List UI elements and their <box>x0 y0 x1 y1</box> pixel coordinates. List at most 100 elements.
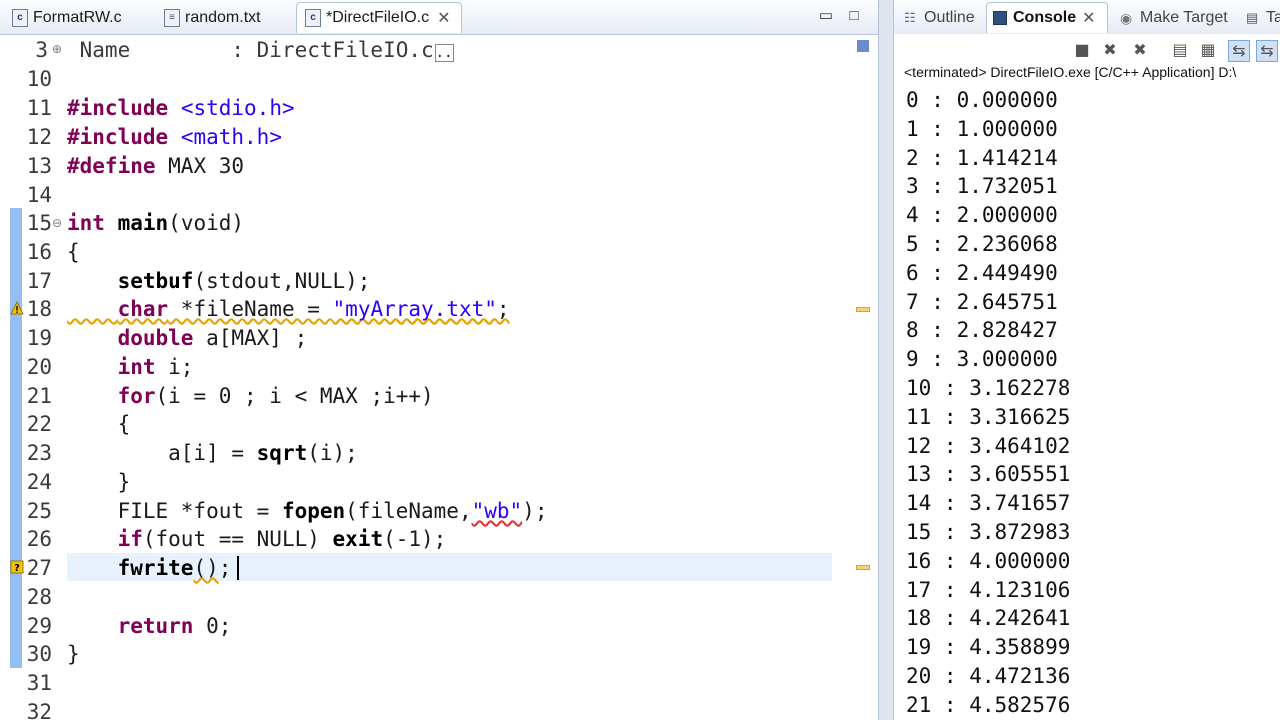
console-output-line: 13 : 3.605551 <box>906 462 1071 487</box>
console-output-line: 3 : 1.732051 <box>906 174 1058 199</box>
code-line[interactable]: int main(void) <box>67 209 244 238</box>
quick-fix-warning-icon[interactable]: ? <box>10 560 24 574</box>
warning-marker[interactable] <box>856 565 870 570</box>
code-line[interactable]: a[i] = sqrt(i); <box>67 439 358 468</box>
console-output-line: 5 : 2.236068 <box>906 231 1058 256</box>
overview-ruler[interactable] <box>856 34 872 720</box>
tab-random-txt[interactable]: ≡ random.txt <box>156 2 269 33</box>
line-number: 24 <box>26 470 52 494</box>
console-output-line: 21 : 4.582576 <box>906 692 1071 717</box>
outline-icon: ☷ <box>904 9 916 25</box>
line-number: 19 <box>26 326 52 350</box>
line-number: 12 <box>26 125 52 149</box>
line-number: 28 <box>26 585 52 609</box>
code-line[interactable]: { <box>67 238 80 267</box>
console-status: <terminated> DirectFileIO.exe [C/C++ App… <box>904 64 1237 80</box>
minimize-icon[interactable]: ▭ <box>818 8 834 24</box>
code-line[interactable]: { <box>67 410 131 439</box>
console-output-line: 6 : 2.449490 <box>906 260 1058 285</box>
tab-directfileio[interactable]: c *DirectFileIO.c ✕ <box>296 2 462 33</box>
maximize-icon[interactable]: □ <box>846 8 862 24</box>
console-output-line: 17 : 4.123106 <box>906 577 1071 602</box>
line-number: 31 <box>26 671 52 695</box>
change-bar <box>10 208 22 668</box>
console-output[interactable]: 0 : 0.000000 1 : 1.000000 2 : 1.414214 3 : … <box>906 86 1070 720</box>
code-line[interactable]: Name : DirectFileIO.c.. <box>67 36 454 68</box>
code-line[interactable]: for(i = 0 ; i < MAX ;i++) <box>67 382 434 411</box>
code-line[interactable]: #define MAX 30 <box>67 152 244 181</box>
console-output-line: 12 : 3.464102 <box>906 433 1071 458</box>
line-number: 16 <box>26 240 52 264</box>
tab-tasks[interactable]: ▤ Ta <box>1240 2 1280 33</box>
tab-outline[interactable]: ☷ Outline <box>898 2 981 33</box>
svg-text:?: ? <box>14 563 20 574</box>
overview-status-icon <box>857 40 869 52</box>
console-output-line: 20 : 4.472136 <box>906 663 1071 688</box>
line-number: 26 <box>26 527 52 551</box>
tab-console[interactable]: Console ✕ <box>986 2 1108 33</box>
warning-icon[interactable] <box>10 301 24 315</box>
line-number: 10 <box>26 67 52 91</box>
code-line[interactable]: #include <math.h> <box>67 123 282 152</box>
code-line[interactable]: setbuf(stdout,NULL); <box>67 267 371 296</box>
console-output-line: 19 : 4.358899 <box>906 635 1071 660</box>
close-tab-icon[interactable]: ✕ <box>1082 8 1095 28</box>
code-line[interactable]: char *fileName = "myArray.txt"; <box>67 295 510 324</box>
line-number: 11 <box>26 96 52 120</box>
code-line[interactable]: FILE *fout = fopen(fileName,"wb"); <box>67 497 548 526</box>
code-editor[interactable]: c FormatRW.c ≡ random.txt c *DirectFileI… <box>0 0 878 720</box>
show-on-stderr-icon[interactable]: ⇆ <box>1256 40 1278 62</box>
tab-label: Make Target <box>1140 8 1228 26</box>
tab-formatrw[interactable]: c FormatRW.c <box>4 2 130 33</box>
tab-make-target[interactable]: ◉ Make Target <box>1114 2 1234 33</box>
console-output-line: 2 : 1.414214 <box>906 145 1058 170</box>
remove-all-terminated-icon[interactable]: ✖ <box>1130 40 1150 60</box>
text-file-icon: ≡ <box>164 8 180 27</box>
line-number: 30 <box>26 642 52 666</box>
tab-label: *DirectFileIO.c <box>326 9 430 26</box>
line-number: 32 <box>26 700 52 720</box>
console-output-line: 1 : 1.000000 <box>906 116 1058 141</box>
console-view[interactable]: ☷ Outline Console ✕ ◉ Make Target ▤ Ta ■… <box>894 0 1280 720</box>
console-output-line: 0 : 0.000000 <box>906 88 1058 112</box>
code-line[interactable]: fwrite(); <box>67 554 232 583</box>
code-line[interactable]: return 0; <box>67 612 232 641</box>
code-line[interactable]: double a[MAX] ; <box>67 324 308 353</box>
console-output-line: 11 : 3.316625 <box>906 404 1071 429</box>
tasks-icon: ▤ <box>1246 9 1259 25</box>
terminate-icon[interactable]: ■ <box>1072 40 1092 60</box>
warning-marker[interactable] <box>856 307 870 312</box>
view-tab-bar: ☷ Outline Console ✕ ◉ Make Target ▤ Ta <box>894 0 1280 35</box>
clear-console-icon[interactable]: ▤ <box>1170 40 1190 60</box>
line-number: 21 <box>26 384 52 408</box>
line-number: 29 <box>26 614 52 638</box>
editor-tab-bar: c FormatRW.c ≡ random.txt c *DirectFileI… <box>0 0 878 35</box>
code-line[interactable]: } <box>67 468 131 497</box>
show-on-stdout-icon[interactable]: ⇆ <box>1228 40 1250 62</box>
code-line[interactable]: int i; <box>67 353 194 382</box>
line-number: 13 <box>26 154 52 178</box>
pane-divider[interactable] <box>878 0 894 720</box>
line-number: 23 <box>26 441 52 465</box>
line-number: 15 <box>26 211 52 235</box>
collapse-fold-icon[interactable]: ⊖ <box>52 216 62 230</box>
c-file-icon: c <box>12 8 28 27</box>
remove-launch-icon[interactable]: ✖ <box>1100 40 1120 60</box>
code-line[interactable]: } <box>67 640 80 669</box>
console-output-line: 18 : 4.242641 <box>906 606 1071 631</box>
line-number: 25 <box>26 499 52 523</box>
console-output-line: 4 : 2.000000 <box>906 203 1058 228</box>
line-number: 18 <box>26 297 52 321</box>
console-icon <box>993 11 1007 25</box>
console-output-line: 10 : 3.162278 <box>906 375 1071 400</box>
line-number: 27 <box>26 556 52 580</box>
close-tab-icon[interactable]: ✕ <box>437 8 450 28</box>
console-output-line: 9 : 3.000000 <box>906 347 1058 372</box>
tab-label: random.txt <box>185 8 261 26</box>
scroll-lock-icon[interactable]: ▦ <box>1198 40 1218 60</box>
expand-fold-icon[interactable]: ⊕ <box>52 42 62 56</box>
code-line[interactable]: if(fout == NULL) exit(-1); <box>67 525 447 554</box>
code-line[interactable]: #include <stdio.h> <box>67 94 295 123</box>
tab-label: FormatRW.c <box>33 8 122 26</box>
target-icon: ◉ <box>1120 9 1133 26</box>
